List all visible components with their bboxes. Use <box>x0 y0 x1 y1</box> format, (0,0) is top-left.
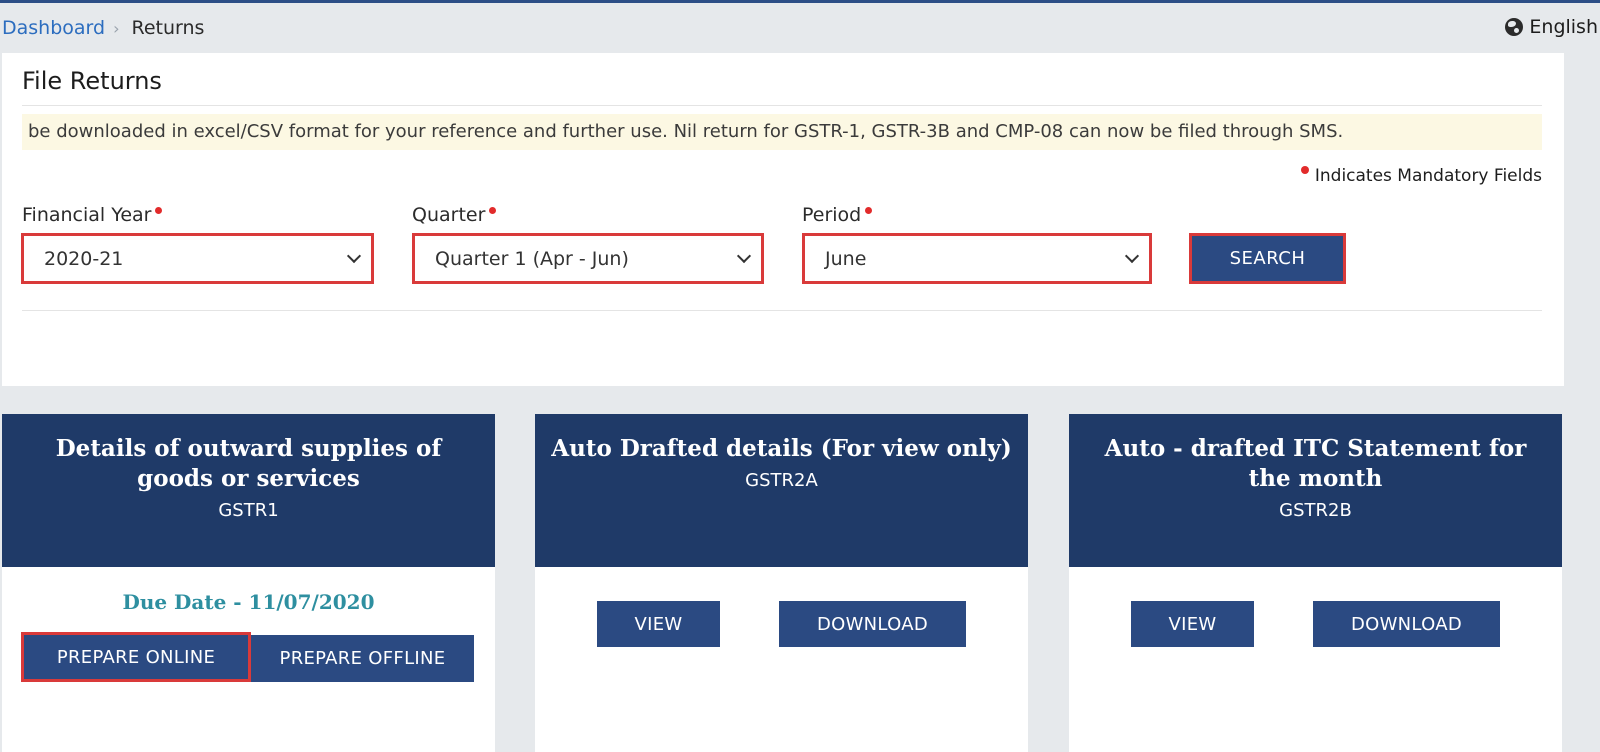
chevron-down-icon <box>736 248 752 264</box>
quarter-value: Quarter 1 (Apr - Jun) <box>435 247 629 270</box>
language-label: English <box>1529 16 1598 38</box>
card-header: Auto - drafted ITC Statement for the mon… <box>1069 414 1562 567</box>
card-title: Details of outward supplies of goods or … <box>55 435 442 492</box>
card-code: GSTR2B <box>1279 500 1352 521</box>
card-title: Auto - drafted ITC Statement for the mon… <box>1104 435 1527 492</box>
card-header: Auto Drafted details (For view only) GST… <box>535 414 1028 567</box>
card-header: Details of outward supplies of goods or … <box>2 414 495 567</box>
search-button[interactable]: SEARCH <box>1189 233 1346 284</box>
mandatory-note-text: Indicates Mandatory Fields <box>1314 166 1542 186</box>
financial-year-label: Financial Year <box>22 204 163 226</box>
title-divider <box>22 105 1542 106</box>
period-label: Period <box>802 204 873 226</box>
quarter-select[interactable]: Quarter 1 (Apr - Jun) <box>412 233 764 284</box>
notice-banner: be downloaded in excel/CSV format for yo… <box>22 114 1542 150</box>
period-select[interactable]: June <box>802 233 1152 284</box>
card-title: Auto Drafted details (For view only) <box>551 435 1012 462</box>
download-button[interactable]: DOWNLOAD <box>779 601 966 647</box>
breadcrumb-dashboard-link[interactable]: Dashboard <box>2 17 105 39</box>
globe-icon <box>1505 18 1524 36</box>
required-dot-icon <box>865 206 873 214</box>
language-selector[interactable]: English <box>1505 16 1598 38</box>
card-code: GSTR2A <box>745 470 818 491</box>
form-divider <box>22 310 1542 311</box>
breadcrumb-current: Returns <box>131 17 205 39</box>
financial-year-select[interactable]: 2020-21 <box>21 233 374 284</box>
mandatory-note: Indicates Mandatory Fields <box>1300 166 1542 186</box>
prepare-offline-button[interactable]: PREPARE OFFLINE <box>251 635 474 682</box>
financial-year-value: 2020-21 <box>44 247 124 270</box>
chevron-down-icon <box>1124 248 1140 264</box>
card-gstr2a: Auto Drafted details (For view only) GST… <box>535 414 1028 752</box>
file-returns-panel: File Returns be downloaded in excel/CSV … <box>2 53 1564 386</box>
period-label-text: Period <box>802 204 862 226</box>
required-dot-icon <box>489 206 497 214</box>
quarter-label: Quarter <box>412 204 497 226</box>
card-gstr2b: Auto - drafted ITC Statement for the mon… <box>1069 414 1562 752</box>
due-date: Due Date - 11/07/2020 <box>122 590 375 614</box>
period-value: June <box>825 247 867 270</box>
financial-year-label-text: Financial Year <box>22 204 152 226</box>
card-code: GSTR1 <box>218 500 279 521</box>
breadcrumb-separator: › <box>113 18 120 38</box>
chevron-down-icon <box>346 248 362 264</box>
page-title: File Returns <box>22 67 162 95</box>
download-button[interactable]: DOWNLOAD <box>1313 601 1500 647</box>
breadcrumb: Dashboard › Returns English <box>0 3 1600 53</box>
required-dot-icon <box>155 206 163 214</box>
prepare-online-button[interactable]: PREPARE ONLINE <box>21 632 251 682</box>
view-button[interactable]: VIEW <box>597 601 720 647</box>
quarter-label-text: Quarter <box>412 204 486 226</box>
card-gstr1: Details of outward supplies of goods or … <box>2 414 495 752</box>
view-button[interactable]: VIEW <box>1131 601 1254 647</box>
required-dot-icon <box>1300 166 1309 174</box>
